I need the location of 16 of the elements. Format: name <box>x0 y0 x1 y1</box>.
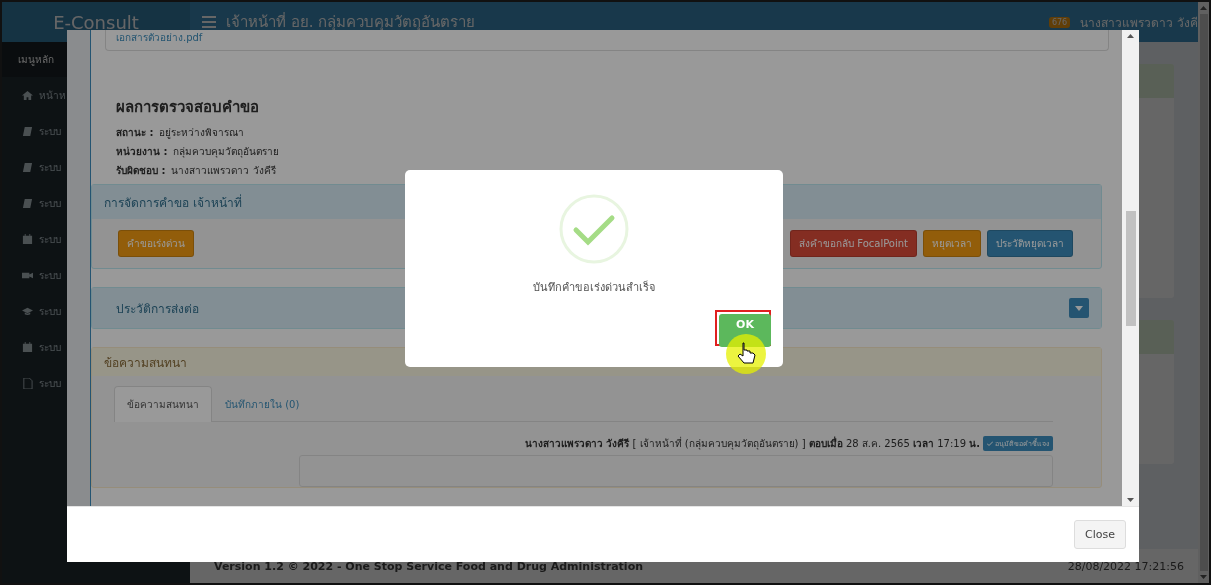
field-value: กลุ่มควบคุมวัตถุอันตราย <box>173 144 280 159</box>
notification-count: 676 <box>1048 16 1071 28</box>
message-header: นางสาวแพรวดาว วังคีรี [ เจ้าหน้าที่ (กลุ่มควบคุมวัตถุอันตราย) ] ตอบเมื่อ 28 ส.ค. 2565 เวลา 17:19 น. <box>524 436 980 451</box>
panel-title: ข้อความสนทนา <box>104 354 187 372</box>
panel-title: ประวัติการส่งต่อ <box>115 300 199 318</box>
alert-message: บันทึกคำขอเร่งด่วนสำเร็จ <box>533 279 655 296</box>
field-label: รับผิดชอบ : <box>116 163 166 178</box>
field-label: สถานะ : <box>116 125 154 140</box>
section-title: ผลการตรวจสอบคำขอ <box>116 96 260 118</box>
field-value: นางสาวแพรวดาว วังคีรี <box>171 163 276 178</box>
footer-timestamp: 28/08/2022 17:21:56 <box>1067 559 1184 573</box>
field-label: หน่วยงาน : <box>116 144 168 159</box>
footer-version: Version 1.2 © 2022 - One Stop Service Food and Drug Administration <box>214 559 644 573</box>
panel-title: การจัดการคำขอ เจ้าหน้าที่ <box>104 193 242 212</box>
header-title: เจ้าหน้าที่ อย. กลุ่มควบคุมวัตถุอันตราย <box>226 11 477 33</box>
field-value: อยู่ระหว่างพิจารณา <box>159 125 245 140</box>
